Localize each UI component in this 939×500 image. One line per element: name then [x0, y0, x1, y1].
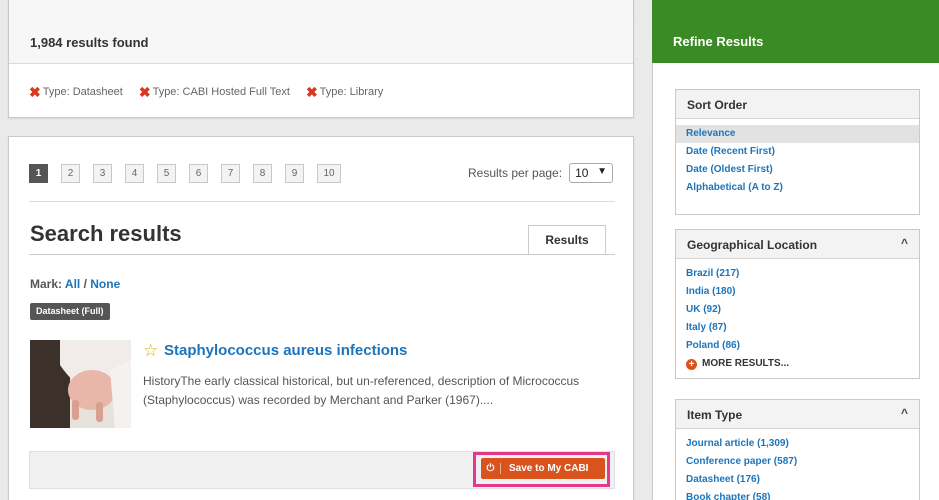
- sort-option-date-oldest[interactable]: Date (Oldest First): [676, 161, 919, 179]
- divider: [29, 201, 615, 202]
- filter-chip-library[interactable]: ✖ Type: Library: [306, 85, 384, 99]
- item-type-conference-paper[interactable]: Conference paper (587): [676, 453, 919, 471]
- page-link-3[interactable]: 3: [93, 164, 112, 183]
- item-type-journal-article[interactable]: Journal article (1,309): [676, 435, 919, 453]
- filter-label: Type: CABI Hosted Full Text: [152, 86, 290, 98]
- filter-chip-datasheet[interactable]: ✖ Type: Datasheet: [29, 85, 123, 99]
- results-per-page-select[interactable]: 10 ▼: [569, 163, 614, 183]
- page-title: Search results: [30, 221, 182, 246]
- filter-chip-hosted-full-text[interactable]: ✖ Type: CABI Hosted Full Text: [139, 85, 290, 99]
- chevron-down-icon: ▼: [597, 166, 608, 177]
- mark-none-link[interactable]: None: [90, 277, 120, 291]
- mark-label: Mark:: [30, 277, 63, 291]
- results-per-page-value: 10: [575, 166, 589, 180]
- page-link-8[interactable]: 8: [253, 164, 272, 183]
- chevron-up-icon[interactable]: ^: [901, 406, 908, 420]
- remove-filter-icon[interactable]: ✖: [139, 85, 151, 99]
- filter-label: Type: Datasheet: [42, 86, 123, 98]
- refine-sidebar: Sort Order Relevance Date (Recent First)…: [652, 63, 939, 500]
- remove-filter-icon[interactable]: ✖: [29, 85, 41, 99]
- geo-item-india[interactable]: India (180): [676, 283, 919, 301]
- mark-controls: Mark: All / None: [30, 277, 120, 291]
- page-link-2[interactable]: 2: [61, 164, 80, 183]
- sort-option-alphabetical[interactable]: Alphabetical (A to Z): [676, 179, 919, 197]
- page-link-10[interactable]: 10: [317, 164, 341, 183]
- active-filters: ✖ Type: Datasheet ✖ Type: CABI Hosted Fu…: [9, 64, 633, 99]
- tab-underline: [29, 254, 615, 255]
- mark-all-link[interactable]: All: [65, 277, 80, 291]
- remove-filter-icon[interactable]: ✖: [306, 85, 318, 99]
- page-link-4[interactable]: 4: [125, 164, 144, 183]
- chevron-up-icon[interactable]: ^: [901, 236, 908, 250]
- geo-item-italy[interactable]: Italy (87): [676, 319, 919, 337]
- more-results-label: MORE RESULTS...: [702, 358, 790, 369]
- item-type-list: Journal article (1,309) Conference paper…: [676, 429, 919, 500]
- geo-location-title: Geographical Location: [687, 238, 818, 252]
- page-link-1[interactable]: 1: [29, 164, 48, 183]
- filter-label: Type: Library: [319, 86, 384, 98]
- page-link-5[interactable]: 5: [157, 164, 176, 183]
- geo-location-facet: Geographical Location ^ Brazil (217) Ind…: [675, 229, 920, 379]
- page-link-6[interactable]: 6: [189, 164, 208, 183]
- item-type-title: Item Type: [687, 408, 743, 422]
- result-title-link[interactable]: Staphylococcus aureus infections: [164, 342, 407, 359]
- item-type-header[interactable]: Item Type ^: [676, 400, 919, 429]
- item-type-book-chapter[interactable]: Book chapter (58): [676, 489, 919, 500]
- page-link-7[interactable]: 7: [221, 164, 240, 183]
- geo-location-header[interactable]: Geographical Location ^: [676, 230, 919, 259]
- sort-order-facet: Sort Order Relevance Date (Recent First)…: [675, 89, 920, 215]
- results-summary-panel: 1,984 results found ✖ Type: Datasheet ✖ …: [8, 0, 634, 118]
- pagination: 1 2 3 4 5 6 7 8 9 10: [29, 164, 341, 183]
- results-per-page: Results per page: 10 ▼: [468, 163, 614, 183]
- geo-item-uk[interactable]: UK (92): [676, 301, 919, 319]
- sort-option-relevance[interactable]: Relevance: [676, 125, 919, 143]
- sort-options: Relevance Date (Recent First) Date (Olde…: [676, 119, 919, 197]
- mark-separator: /: [80, 277, 91, 291]
- geo-location-list: Brazil (217) India (180) UK (92) Italy (…: [676, 259, 919, 373]
- udder-image: [30, 340, 131, 428]
- results-per-page-label: Results per page:: [468, 166, 563, 180]
- result-thumbnail[interactable]: [30, 340, 131, 428]
- item-type-facet: Item Type ^ Journal article (1,309) Conf…: [675, 399, 920, 500]
- more-results-link[interactable]: + MORE RESULTS...: [676, 355, 919, 373]
- refine-results-header: Refine Results: [652, 0, 939, 63]
- result-description: HistoryThe early classical historical, b…: [143, 374, 580, 407]
- save-label: Save to My CABI: [509, 463, 589, 474]
- pagination-row: 1 2 3 4 5 6 7 8 9 10 Results per page: 1…: [9, 137, 633, 201]
- save-to-my-cabi-button[interactable]: ⏻ Save to My CABI: [481, 458, 605, 479]
- datasheet-badge: Datasheet (Full): [30, 303, 110, 320]
- plus-icon: +: [686, 358, 697, 370]
- search-results-panel: 1 2 3 4 5 6 7 8 9 10 Results per page: 1…: [8, 136, 634, 500]
- results-count: 1,984 results found: [9, 0, 633, 64]
- page-link-9[interactable]: 9: [285, 164, 304, 183]
- geo-item-brazil[interactable]: Brazil (217): [676, 265, 919, 283]
- sort-order-title: Sort Order: [676, 90, 919, 119]
- geo-item-poland[interactable]: Poland (86): [676, 337, 919, 355]
- favorite-star-icon[interactable]: ☆: [143, 341, 158, 361]
- tab-results[interactable]: Results: [528, 225, 606, 255]
- sort-option-date-recent[interactable]: Date (Recent First): [676, 143, 919, 161]
- save-icon: ⏻: [481, 463, 501, 474]
- item-type-datasheet[interactable]: Datasheet (176): [676, 471, 919, 489]
